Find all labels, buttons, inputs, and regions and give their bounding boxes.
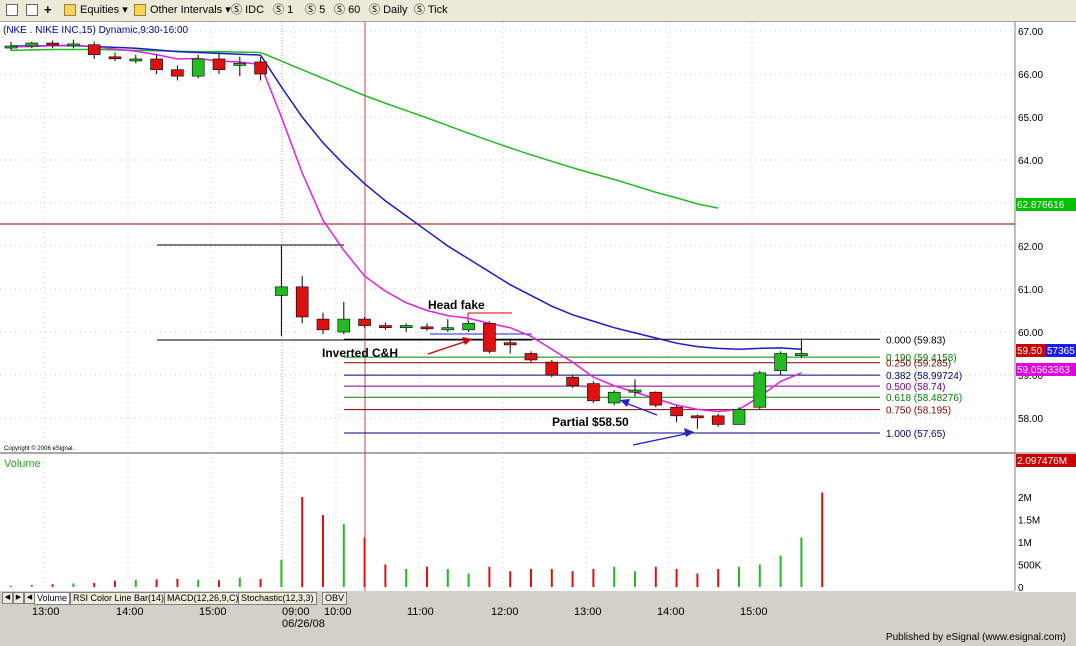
candle-body: [358, 318, 371, 326]
partial-label: Partial $58.50: [552, 415, 629, 429]
candle-body: [524, 353, 538, 361]
tab-rsi[interactable]: RSI Color Line Bar(14): [70, 592, 168, 605]
candle-body: [337, 318, 351, 333]
volume-tick-label: 0: [1018, 583, 1024, 594]
volume-tick-label: 1M: [1018, 538, 1032, 549]
candle-body: [607, 391, 621, 404]
fib-label: 0.250 (59.285): [886, 359, 951, 370]
time-tick-label: 15:00: [199, 606, 227, 618]
candle-body: [795, 353, 808, 356]
candle-body: [233, 62, 247, 66]
candle-body: [295, 286, 309, 318]
fib-label: 0.500 (58.74): [886, 382, 946, 393]
fib-label: 0.382 (58.99724): [886, 371, 962, 382]
value-tag-text: 62.876616: [1017, 200, 1065, 211]
head-fake-label: Head fake: [428, 298, 485, 312]
time-tick-label: 13:00: [32, 606, 60, 618]
price-tick-label: 62.00: [1018, 242, 1043, 253]
value-tag-text: 57365: [1047, 346, 1075, 357]
candle-body: [67, 43, 80, 47]
candle-body: [87, 44, 101, 55]
price-tick-label: 65.00: [1018, 113, 1043, 124]
candle-body: [462, 323, 475, 331]
candle-body: [171, 69, 184, 77]
price-tick-label: 66.00: [1018, 70, 1043, 81]
candle-body: [566, 376, 579, 387]
price-tick-label: 67.00: [1018, 27, 1043, 38]
candle-body: [732, 409, 746, 425]
price-tick-label: 58.00: [1018, 414, 1043, 425]
price-panel: [0, 22, 1015, 452]
candle-body: [441, 327, 455, 331]
volume-title: Volume: [4, 458, 41, 470]
scroll-left-button[interactable]: ◀: [2, 592, 13, 604]
candle-body: [774, 353, 787, 372]
volume-panel: [0, 454, 1015, 591]
fib-label: 0.618 (58.48276): [886, 393, 962, 404]
candle-body: [316, 318, 330, 331]
value-tag-text: 2.097476M: [1017, 456, 1067, 467]
time-tick-label: 15:00: [740, 606, 768, 618]
candle-body: [545, 361, 559, 376]
candle-body: [420, 326, 434, 330]
volume-tick-label: 500K: [1018, 561, 1042, 572]
candle-body: [503, 342, 517, 346]
candle-body: [711, 415, 725, 425]
tab-stochastic[interactable]: Stochastic(12,3,3): [238, 592, 317, 605]
credit-text: Published by eSignal (www.esignal.com): [885, 632, 1066, 643]
candle-body: [254, 61, 267, 75]
value-tag-text: 59.0563363: [1017, 365, 1070, 376]
candle-body: [399, 325, 413, 328]
volume-tick-label: 2M: [1018, 493, 1032, 504]
candle-body: [753, 372, 767, 408]
tab-macd[interactable]: MACD(12,26,9,C): [164, 592, 242, 605]
candle-body: [379, 325, 392, 328]
chart-title: (NKE . NIKE INC,15) Dynamic,9:30-16:00: [3, 25, 189, 36]
candle-body: [191, 58, 205, 77]
time-tick-label: 13:00: [574, 606, 602, 618]
candle-body: [649, 391, 663, 406]
candle-body: [108, 56, 122, 60]
candle-body: [275, 286, 288, 296]
candle-body: [483, 323, 496, 352]
time-tick-label: 14:00: [116, 606, 144, 618]
copyright-text: Copyright © 2006 eSignal.: [4, 445, 74, 452]
time-tick-label: 11:00: [407, 606, 434, 618]
tab-volume[interactable]: Volume: [34, 592, 71, 605]
scroll-right-button[interactable]: ▶: [13, 592, 24, 604]
candle-body: [670, 406, 683, 417]
chart-svg: (NKE . NIKE INC,15) Dynamic,9:30-16:00 C…: [0, 22, 1076, 630]
inverted-ch-label: Inverted C&H: [322, 346, 398, 360]
candle-body: [4, 45, 18, 49]
time-tick-label: 12:00: [491, 606, 519, 618]
candle-body: [691, 415, 704, 419]
candle-body: [25, 42, 39, 47]
candle-body: [129, 58, 143, 62]
price-tick-label: 60.00: [1018, 328, 1043, 339]
tab-obv[interactable]: OBV: [322, 592, 348, 605]
time-tick-label: 09:00: [282, 606, 310, 618]
value-tag-text: 59.50: [1017, 346, 1042, 357]
candle-body: [150, 58, 163, 71]
candle-body: [46, 42, 59, 46]
time-tick-label: 14:00: [657, 606, 685, 618]
time-tick-label: 10:00: [324, 606, 352, 618]
volume-tick-label: 1.5M: [1018, 516, 1040, 527]
price-tick-label: 61.00: [1018, 285, 1043, 296]
candle-body: [628, 389, 642, 393]
fib-label: 1.000 (57.65): [886, 429, 946, 440]
fib-label: 0.000 (59.83): [886, 335, 946, 346]
candle-body: [587, 383, 600, 402]
price-tick-label: 64.00: [1018, 156, 1043, 167]
fib-label: 0.750 (58.195): [886, 406, 951, 417]
candle-body: [212, 58, 226, 71]
axis-panel: [1015, 22, 1076, 592]
